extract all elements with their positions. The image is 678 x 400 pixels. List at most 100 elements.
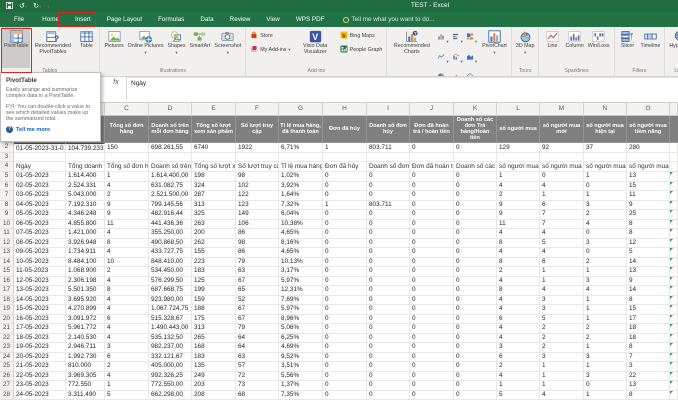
cell-J7[interactable]: 0	[410, 191, 454, 201]
cell-M12[interactable]: 5	[540, 238, 584, 248]
cell-O3[interactable]	[627, 153, 670, 162]
cell-G15[interactable]: 3,17%	[279, 267, 323, 277]
cell-M27[interactable]: 1	[540, 381, 584, 391]
3d-map-button[interactable]: 3D Map ▾	[514, 27, 537, 68]
cell-F24[interactable]: 63	[236, 352, 279, 362]
cell-M10[interactable]: 7	[540, 219, 584, 229]
cell-L3[interactable]	[497, 153, 540, 162]
cell-C25[interactable]: 2	[105, 362, 149, 372]
save-button[interactable]	[6, 1, 13, 11]
column-letter-K[interactable]: K	[454, 103, 497, 116]
cell-C26[interactable]: 4	[105, 371, 149, 381]
cell-J3[interactable]	[410, 153, 454, 162]
cell-H3[interactable]	[323, 153, 367, 162]
cell-F25[interactable]: 57	[236, 362, 279, 372]
cell-H9[interactable]: 0	[323, 210, 367, 220]
pictures-button[interactable]: Pictures	[102, 27, 125, 68]
cell-E4[interactable]: Tổng số lượt xe	[192, 162, 236, 172]
line-button[interactable]: Line	[541, 27, 563, 68]
cell-P-sliver[interactable]	[670, 276, 678, 286]
cell-C1[interactable]: Tổng số đơn hàng	[105, 116, 149, 143]
cell-N1[interactable]: số người mua hiện tại	[584, 116, 627, 143]
cell-C18[interactable]: 4	[105, 295, 149, 305]
row-number[interactable]: 3	[0, 153, 14, 162]
cell-B8[interactable]: 7.192.310	[66, 200, 105, 210]
cell-D2[interactable]: 698.261,55	[149, 143, 192, 153]
cell-N2[interactable]: 37	[584, 143, 627, 153]
hierarchy-chart-button[interactable]: ▾	[466, 27, 477, 45]
cell-P-sliver[interactable]	[670, 219, 678, 229]
cell-A23[interactable]: 19-05-2023	[14, 343, 66, 353]
cell-A20[interactable]: 16-05-2023	[14, 314, 66, 324]
column-letter-I[interactable]: I	[367, 103, 410, 116]
cell-A26[interactable]: 22-05-2023	[14, 371, 66, 381]
pie-chart-button[interactable]: ▾	[437, 67, 448, 76]
cell-O11[interactable]: 8	[627, 229, 670, 239]
cell-P-sliver[interactable]	[670, 286, 678, 296]
row-number[interactable]: 25	[0, 362, 14, 372]
cell-M1[interactable]: số người mua mới	[540, 116, 584, 143]
cell-K25[interactable]: 0	[454, 362, 497, 372]
cell-O26[interactable]: 22	[627, 371, 670, 381]
cell-K9[interactable]: 0	[454, 210, 497, 220]
cell-G12[interactable]: 8,16%	[279, 238, 323, 248]
cell-F2[interactable]: 1922	[236, 143, 279, 153]
cell-B12[interactable]: 3.926.948	[66, 238, 105, 248]
row-number[interactable]: 14	[0, 257, 14, 267]
cell-N26[interactable]: 3	[584, 371, 627, 381]
cell-I19[interactable]: 0	[367, 305, 410, 315]
cell-P-sliver[interactable]	[670, 362, 678, 372]
cell-D5[interactable]: 1.614.400,00	[149, 172, 192, 182]
cell-J17[interactable]: 0	[410, 286, 454, 296]
cell-N19[interactable]: 1	[584, 305, 627, 315]
cell-C15[interactable]: 2	[105, 267, 149, 277]
cell-N8[interactable]: 3	[584, 200, 627, 210]
cell-C2[interactable]: 150	[105, 143, 149, 153]
tab-file[interactable]: File	[4, 12, 34, 27]
cell-H25[interactable]: 0	[323, 362, 367, 372]
cell-G13[interactable]: 4,65%	[279, 248, 323, 258]
cell-I13[interactable]: 0	[367, 248, 410, 258]
undo-button[interactable]: ↺▾	[19, 3, 27, 10]
cell-O2[interactable]: 280	[627, 143, 670, 153]
tell-me-box[interactable]: Tell me what you want to do...	[342, 16, 434, 23]
cell-H15[interactable]: 0	[323, 267, 367, 277]
cell-C21[interactable]: 4	[105, 324, 149, 334]
cell-B27[interactable]: 772.550	[66, 381, 105, 391]
cell-M8[interactable]: 6	[540, 200, 584, 210]
cell-D15[interactable]: 534.450,00	[149, 267, 192, 277]
cell-D3[interactable]	[149, 153, 192, 162]
cell-E1[interactable]: Tổng số lượt xem sản phẩm	[192, 116, 236, 143]
cell-M15[interactable]: 1	[540, 267, 584, 277]
cell-I24[interactable]: 0	[367, 352, 410, 362]
cell-M6[interactable]: 4	[540, 181, 584, 191]
cell-K6[interactable]: 0	[454, 181, 497, 191]
cell-F17[interactable]: 65	[236, 286, 279, 296]
cell-J11[interactable]: 0	[410, 229, 454, 239]
cell-A6[interactable]: 02-05-2023	[14, 181, 66, 191]
cell-D9[interactable]: 482.916,44	[149, 210, 192, 220]
cell-A21[interactable]: 17-05-2023	[14, 324, 66, 334]
column-letter-G[interactable]: G	[279, 103, 323, 116]
cell-D16[interactable]: 576.299,50	[149, 276, 192, 286]
cell-D7[interactable]: 2.521.500,00	[149, 191, 192, 201]
cell-G24[interactable]: 9,52%	[279, 352, 323, 362]
cell-F21[interactable]: 79	[236, 324, 279, 334]
cell-H4[interactable]: Đơn đã hủy	[323, 162, 367, 172]
cell-C14[interactable]: 10	[105, 257, 149, 267]
cell-L27[interactable]: 1	[497, 381, 540, 391]
cell-N18[interactable]: 1	[584, 295, 627, 305]
cell-D12[interactable]: 490.868,50	[149, 238, 192, 248]
cell-H19[interactable]: 0	[323, 305, 367, 315]
cell-J1[interactable]: Đơn đã hoàn trả / hoàn tiền	[410, 116, 454, 143]
cell-H18[interactable]: 0	[323, 295, 367, 305]
cell-J23[interactable]: 0	[410, 343, 454, 353]
cell-A10[interactable]: 06-05-2023	[14, 219, 66, 229]
cell-G9[interactable]: 6,04%	[279, 210, 323, 220]
cell-J10[interactable]: 0	[410, 219, 454, 229]
cell-C3[interactable]	[105, 153, 149, 162]
cell-M2[interactable]: 92	[540, 143, 584, 153]
row-number[interactable]: 27	[0, 381, 14, 391]
cell-A3[interactable]	[14, 153, 66, 162]
cell-J13[interactable]: 0	[410, 248, 454, 258]
